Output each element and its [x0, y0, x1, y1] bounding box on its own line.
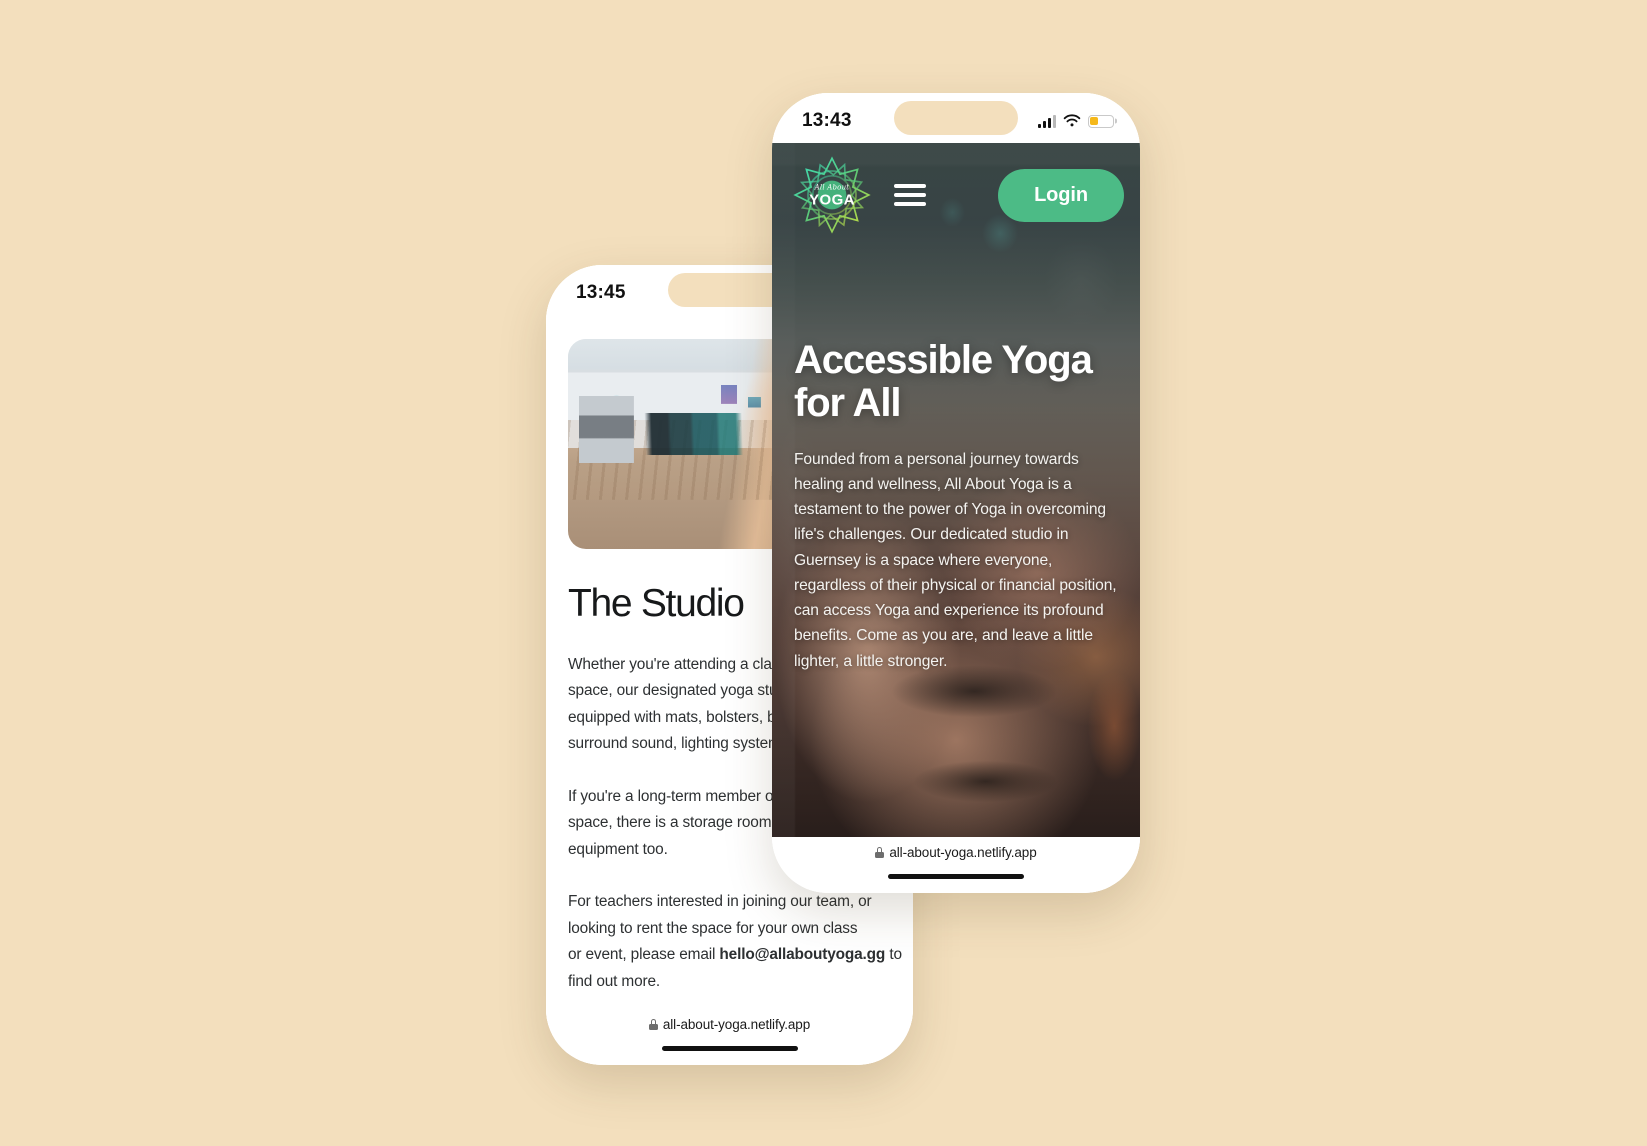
status-icons — [1038, 108, 1114, 128]
url-display-front[interactable]: all-about-yoga.netlify.app — [875, 845, 1037, 860]
mockup-canvas: 13:45 The Studio Whether you're attendin… — [0, 0, 1647, 1146]
status-time: 13:45 — [576, 282, 626, 303]
paragraph-line: For teachers interested in joining our t… — [568, 893, 872, 911]
hero-title-line: for All — [794, 380, 901, 425]
studio-paragraph-3: For teachers interested in joining our t… — [568, 889, 902, 995]
url-text: all-about-yoga.netlify.app — [662, 1017, 811, 1032]
dynamic-island — [894, 101, 1018, 135]
phone-screen-front: 13:43 All About YOGA Login Accessible Yo… — [772, 93, 1140, 893]
paragraph-line: equipment too. — [568, 840, 668, 858]
paragraph-line: or event, please email hello@allaboutyog… — [568, 946, 902, 964]
hamburger-menu-icon[interactable] — [894, 184, 926, 206]
battery-low-power-icon — [1088, 114, 1114, 128]
browser-viewport-front: All About YOGA Login Accessible Yoga for… — [772, 143, 1140, 837]
contact-email-link[interactable]: hello@allaboutyoga.gg — [719, 946, 885, 963]
burger-line — [894, 193, 926, 197]
login-button[interactable]: Login — [998, 168, 1124, 222]
burger-line — [894, 184, 926, 188]
browser-bottom-bar-front: all-about-yoga.netlify.app — [772, 837, 1140, 893]
status-bar-front: 13:43 — [772, 93, 1140, 143]
paragraph-line: looking to rent the space for your own c… — [568, 919, 858, 937]
phone-mockup-front: 13:43 All About YOGA Login Accessible Yo… — [772, 93, 1140, 893]
lock-icon — [648, 1019, 658, 1030]
cellular-signal-icon — [1038, 114, 1056, 128]
mandala-logo-icon[interactable]: All About YOGA — [792, 155, 872, 235]
home-indicator[interactable] — [888, 874, 1024, 879]
mandala-logo-svg — [793, 156, 871, 234]
lock-icon — [875, 847, 885, 858]
browser-bottom-bar-back: all-about-yoga.netlify.app — [546, 1009, 913, 1065]
site-header: All About YOGA Login — [772, 143, 1140, 247]
hero-title: Accessible Yoga for All — [794, 339, 1118, 425]
url-text: all-about-yoga.netlify.app — [889, 845, 1037, 860]
hero-title-line: Accessible Yoga — [794, 338, 1093, 382]
wifi-icon — [1063, 114, 1081, 127]
hero-content: Accessible Yoga for All Founded from a p… — [794, 339, 1118, 674]
status-time: 13:43 — [802, 110, 852, 131]
paragraph-line: find out more. — [568, 972, 661, 990]
hero-body-text: Founded from a personal journey towards … — [794, 450, 1117, 670]
home-indicator[interactable] — [661, 1046, 798, 1051]
url-display-back[interactable]: all-about-yoga.netlify.app — [648, 1017, 811, 1032]
burger-line — [894, 202, 926, 206]
hero-section: All About YOGA Login Accessible Yoga for… — [772, 143, 1140, 837]
